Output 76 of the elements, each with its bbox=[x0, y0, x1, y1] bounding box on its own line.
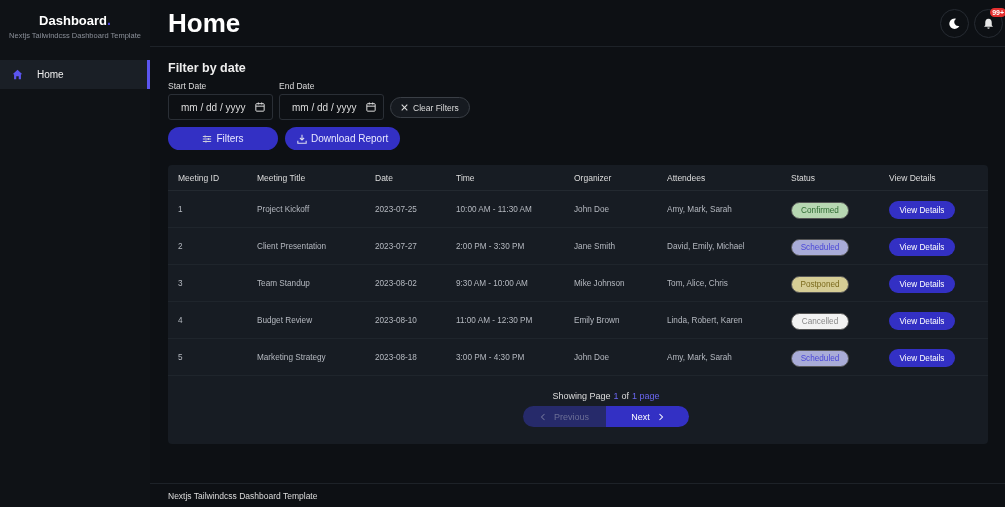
download-report-button[interactable]: Download Report bbox=[285, 127, 401, 150]
clear-filters-button[interactable]: Clear Filters bbox=[390, 97, 470, 118]
page-info-text: Showing Page bbox=[552, 391, 611, 401]
column-header: Status bbox=[791, 172, 817, 183]
footer-text: Nextjs Tailwindcss Dashboard Template bbox=[168, 491, 318, 501]
view-details-button[interactable]: View Details bbox=[889, 275, 955, 294]
table-cell-text: 2:00 PM - 3:30 PM bbox=[456, 241, 526, 251]
table-cell-text: 2023-08-10 bbox=[375, 315, 418, 325]
view-details-button[interactable]: View Details bbox=[889, 201, 955, 220]
table-cell-text: 4 bbox=[178, 315, 184, 325]
home-icon bbox=[12, 69, 23, 80]
bell-icon bbox=[982, 16, 995, 30]
table-cell-text: 3 bbox=[178, 278, 184, 288]
table-cell-text: Amy, Mark, Sarah bbox=[667, 352, 733, 362]
table-cell-text: Budget Review bbox=[257, 315, 314, 325]
table-cell-text: 2023-08-18 bbox=[375, 352, 418, 362]
field-label: End Date bbox=[279, 81, 316, 91]
status-badge: Postponed bbox=[791, 276, 849, 293]
table-cell-text: 10:00 AM - 11:30 AM bbox=[456, 204, 533, 214]
table-cell-text: Mike Johnson bbox=[574, 278, 626, 288]
table-cell-text: Marketing Strategy bbox=[257, 352, 327, 362]
table-cell-text: Amy, Mark, Sarah bbox=[667, 204, 733, 214]
filters-button[interactable]: Filters bbox=[168, 127, 278, 150]
column-header: View Details bbox=[889, 172, 937, 183]
status-badge: Scheduled bbox=[791, 239, 849, 256]
page-total: 1 page bbox=[632, 391, 660, 401]
view-details-button[interactable]: View Details bbox=[889, 238, 955, 257]
table-cell-text: 2023-08-02 bbox=[375, 278, 418, 288]
page-title: Home bbox=[168, 7, 241, 39]
field-label: Start Date bbox=[168, 81, 208, 91]
view-details-button[interactable]: View Details bbox=[889, 312, 955, 331]
column-header: Time bbox=[456, 172, 476, 183]
brand-dot: . bbox=[107, 12, 111, 28]
table-cell-text: 2023-07-27 bbox=[375, 241, 418, 251]
download-icon bbox=[297, 133, 307, 144]
sidebar-item[interactable]: Home bbox=[0, 60, 150, 89]
moon-icon bbox=[948, 16, 961, 30]
table-cell-text: Emily Brown bbox=[574, 315, 621, 325]
table-cell-text: Project Kickoff bbox=[257, 204, 311, 214]
status-badge: Confirmed bbox=[791, 202, 849, 219]
page-info-text: of bbox=[621, 391, 629, 401]
date-field[interactable]: mm / dd / yyyy bbox=[168, 94, 273, 120]
column-header: Meeting ID bbox=[178, 172, 221, 183]
calendar-icon bbox=[366, 102, 376, 112]
table-cell-text: John Doe bbox=[574, 204, 611, 214]
page-number: 1 bbox=[613, 391, 619, 401]
chevron-left-icon bbox=[540, 412, 546, 421]
table-cell-text: Client Presentation bbox=[257, 241, 328, 251]
date-field[interactable]: mm / dd / yyyy bbox=[279, 94, 384, 120]
table-cell-text: John Doe bbox=[574, 352, 611, 362]
table-cell-text: Linda, Robert, Karen bbox=[667, 315, 744, 325]
column-header: Attendees bbox=[667, 172, 707, 183]
sliders-icon bbox=[202, 133, 213, 144]
table-cell-text: 9:30 AM - 10:00 AM bbox=[456, 278, 529, 288]
chevron-right-icon bbox=[657, 412, 664, 421]
brand-name: Dashboard bbox=[39, 13, 107, 28]
next-button[interactable]: Next bbox=[606, 406, 689, 427]
table-cell-text: Tom, Alice, Chris bbox=[667, 278, 729, 288]
column-header: Date bbox=[375, 172, 394, 183]
column-header: Meeting Title bbox=[257, 172, 307, 183]
table-cell-text: 2023-07-25 bbox=[375, 204, 418, 214]
table-cell-text: 2 bbox=[178, 241, 184, 251]
table-cell-text: Team Standup bbox=[257, 278, 311, 288]
table-cell-text: 3:00 PM - 4:30 PM bbox=[456, 352, 526, 362]
status-badge: Scheduled bbox=[791, 350, 849, 367]
table-cell-text: 5 bbox=[178, 352, 184, 362]
table-cell-text: 1 bbox=[178, 204, 184, 214]
table-cell-text: Jane Smith bbox=[574, 241, 616, 251]
table-cell-text: 11:00 AM - 12:30 PM bbox=[456, 315, 534, 325]
view-details-button[interactable]: View Details bbox=[889, 349, 955, 368]
status-badge: Cancelled bbox=[791, 313, 849, 330]
close-icon bbox=[401, 104, 408, 111]
table-cell-text: David, Emily, Michael bbox=[667, 241, 746, 251]
calendar-icon bbox=[255, 102, 265, 112]
column-header: Organizer bbox=[574, 172, 613, 183]
section-title: Filter by date bbox=[168, 61, 247, 75]
